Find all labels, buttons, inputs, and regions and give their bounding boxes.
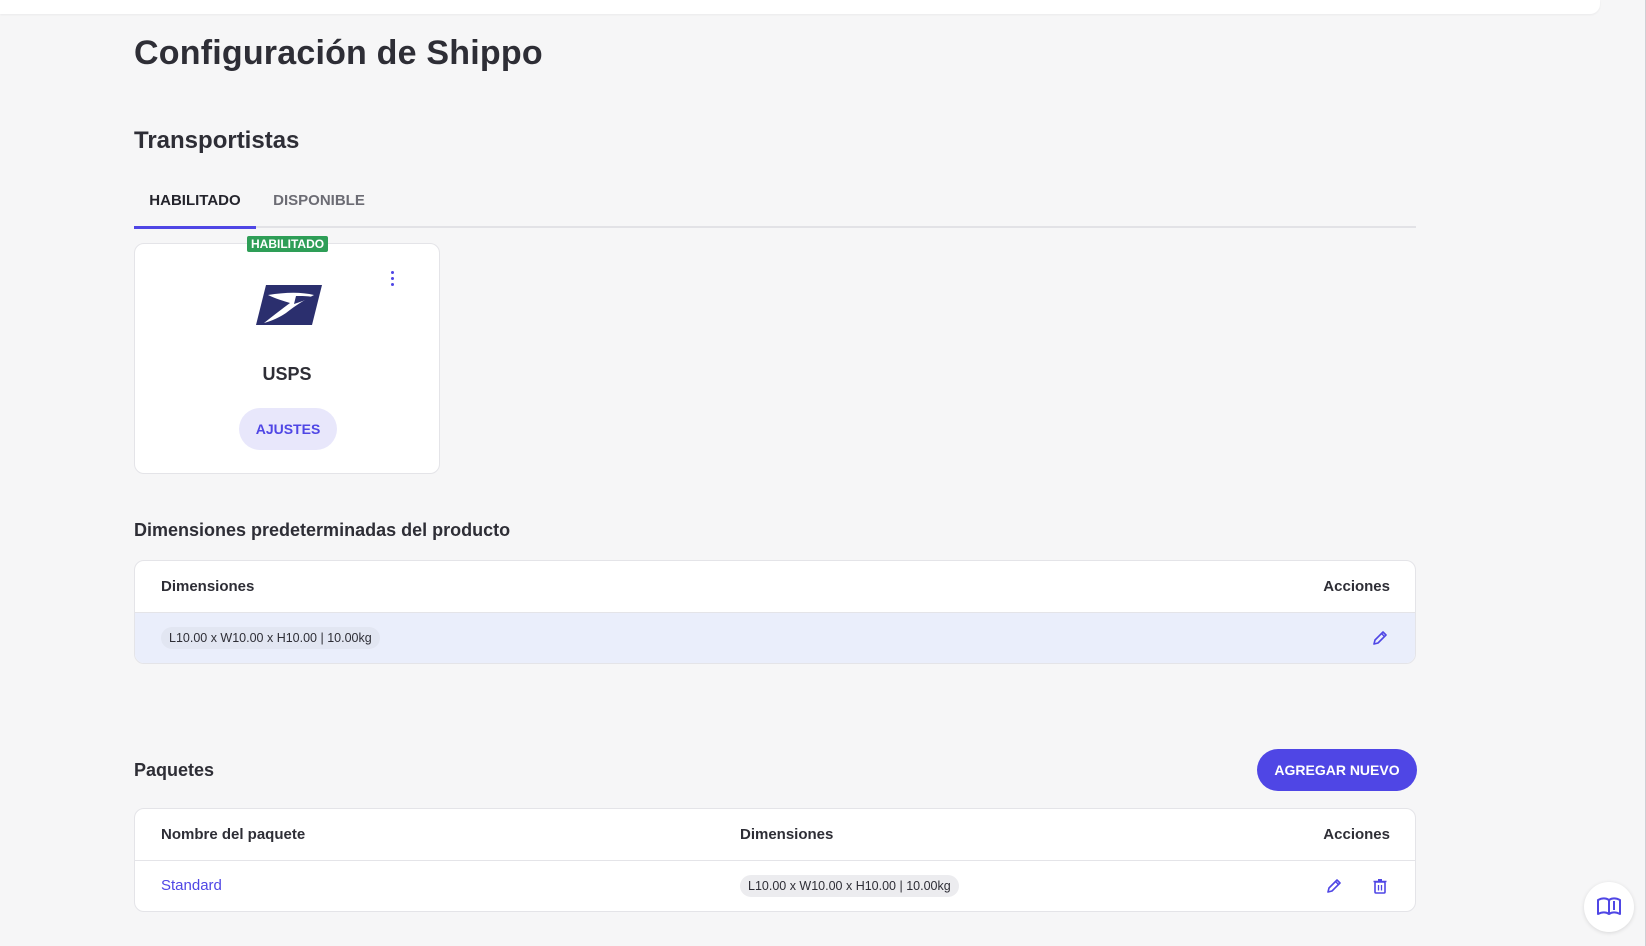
- column-header-actions: Acciones: [1323, 826, 1390, 843]
- carrier-card-usps: HABILITADO USPS AJUSTES: [134, 236, 440, 474]
- column-header-dimensions: Dimensiones: [161, 578, 255, 595]
- table-header: Dimensiones Acciones: [135, 561, 1415, 613]
- packages-title: Paquetes: [134, 760, 215, 780]
- usps-eagle-logo: [256, 285, 322, 325]
- column-header-actions: Acciones: [1323, 578, 1390, 595]
- edit-pencil-icon[interactable]: [1371, 629, 1389, 647]
- page-title: Configuración de Shippo: [134, 34, 543, 72]
- table-row: Standard L10.00 x W10.00 x H10.00 | 10.0…: [135, 861, 1415, 911]
- package-name-link[interactable]: Standard: [161, 877, 222, 894]
- default-dimensions-title: Dimensiones predeterminadas del producto: [134, 520, 511, 540]
- table-header: Nombre del paquete Dimensiones Acciones: [135, 809, 1415, 861]
- top-bar: [0, 0, 1600, 14]
- table-row: L10.00 x W10.00 x H10.00 | 10.00kg: [135, 613, 1415, 663]
- enabled-badge: HABILITADO: [247, 236, 329, 252]
- dimensions-chip: L10.00 x W10.00 x H10.00 | 10.00kg: [161, 627, 380, 649]
- book-help-icon: [1597, 897, 1621, 915]
- default-dimensions-table: Dimensiones Acciones L10.00 x W10.00 x H…: [134, 560, 1416, 664]
- trash-icon[interactable]: [1371, 877, 1389, 895]
- carrier-name: USPS: [262, 364, 312, 384]
- carrier-tabs: HABILITADO DISPONIBLE: [134, 186, 1416, 229]
- packages-table: Nombre del paquete Dimensiones Acciones …: [134, 808, 1416, 912]
- column-header-dimensions: Dimensiones: [740, 826, 834, 843]
- dimensions-chip: L10.00 x W10.00 x H10.00 | 10.00kg: [740, 875, 959, 897]
- edit-pencil-icon[interactable]: [1325, 877, 1343, 895]
- kebab-menu-icon[interactable]: [386, 268, 398, 288]
- tab-disponible[interactable]: DISPONIBLE: [256, 186, 382, 226]
- tab-habilitado[interactable]: HABILITADO: [134, 186, 256, 229]
- carriers-section-title: Transportistas: [134, 127, 300, 154]
- help-button[interactable]: [1584, 882, 1634, 932]
- settings-button[interactable]: AJUSTES: [239, 408, 337, 450]
- column-header-package-name: Nombre del paquete: [161, 826, 306, 843]
- add-new-package-button[interactable]: AGREGAR NUEVO: [1257, 749, 1417, 791]
